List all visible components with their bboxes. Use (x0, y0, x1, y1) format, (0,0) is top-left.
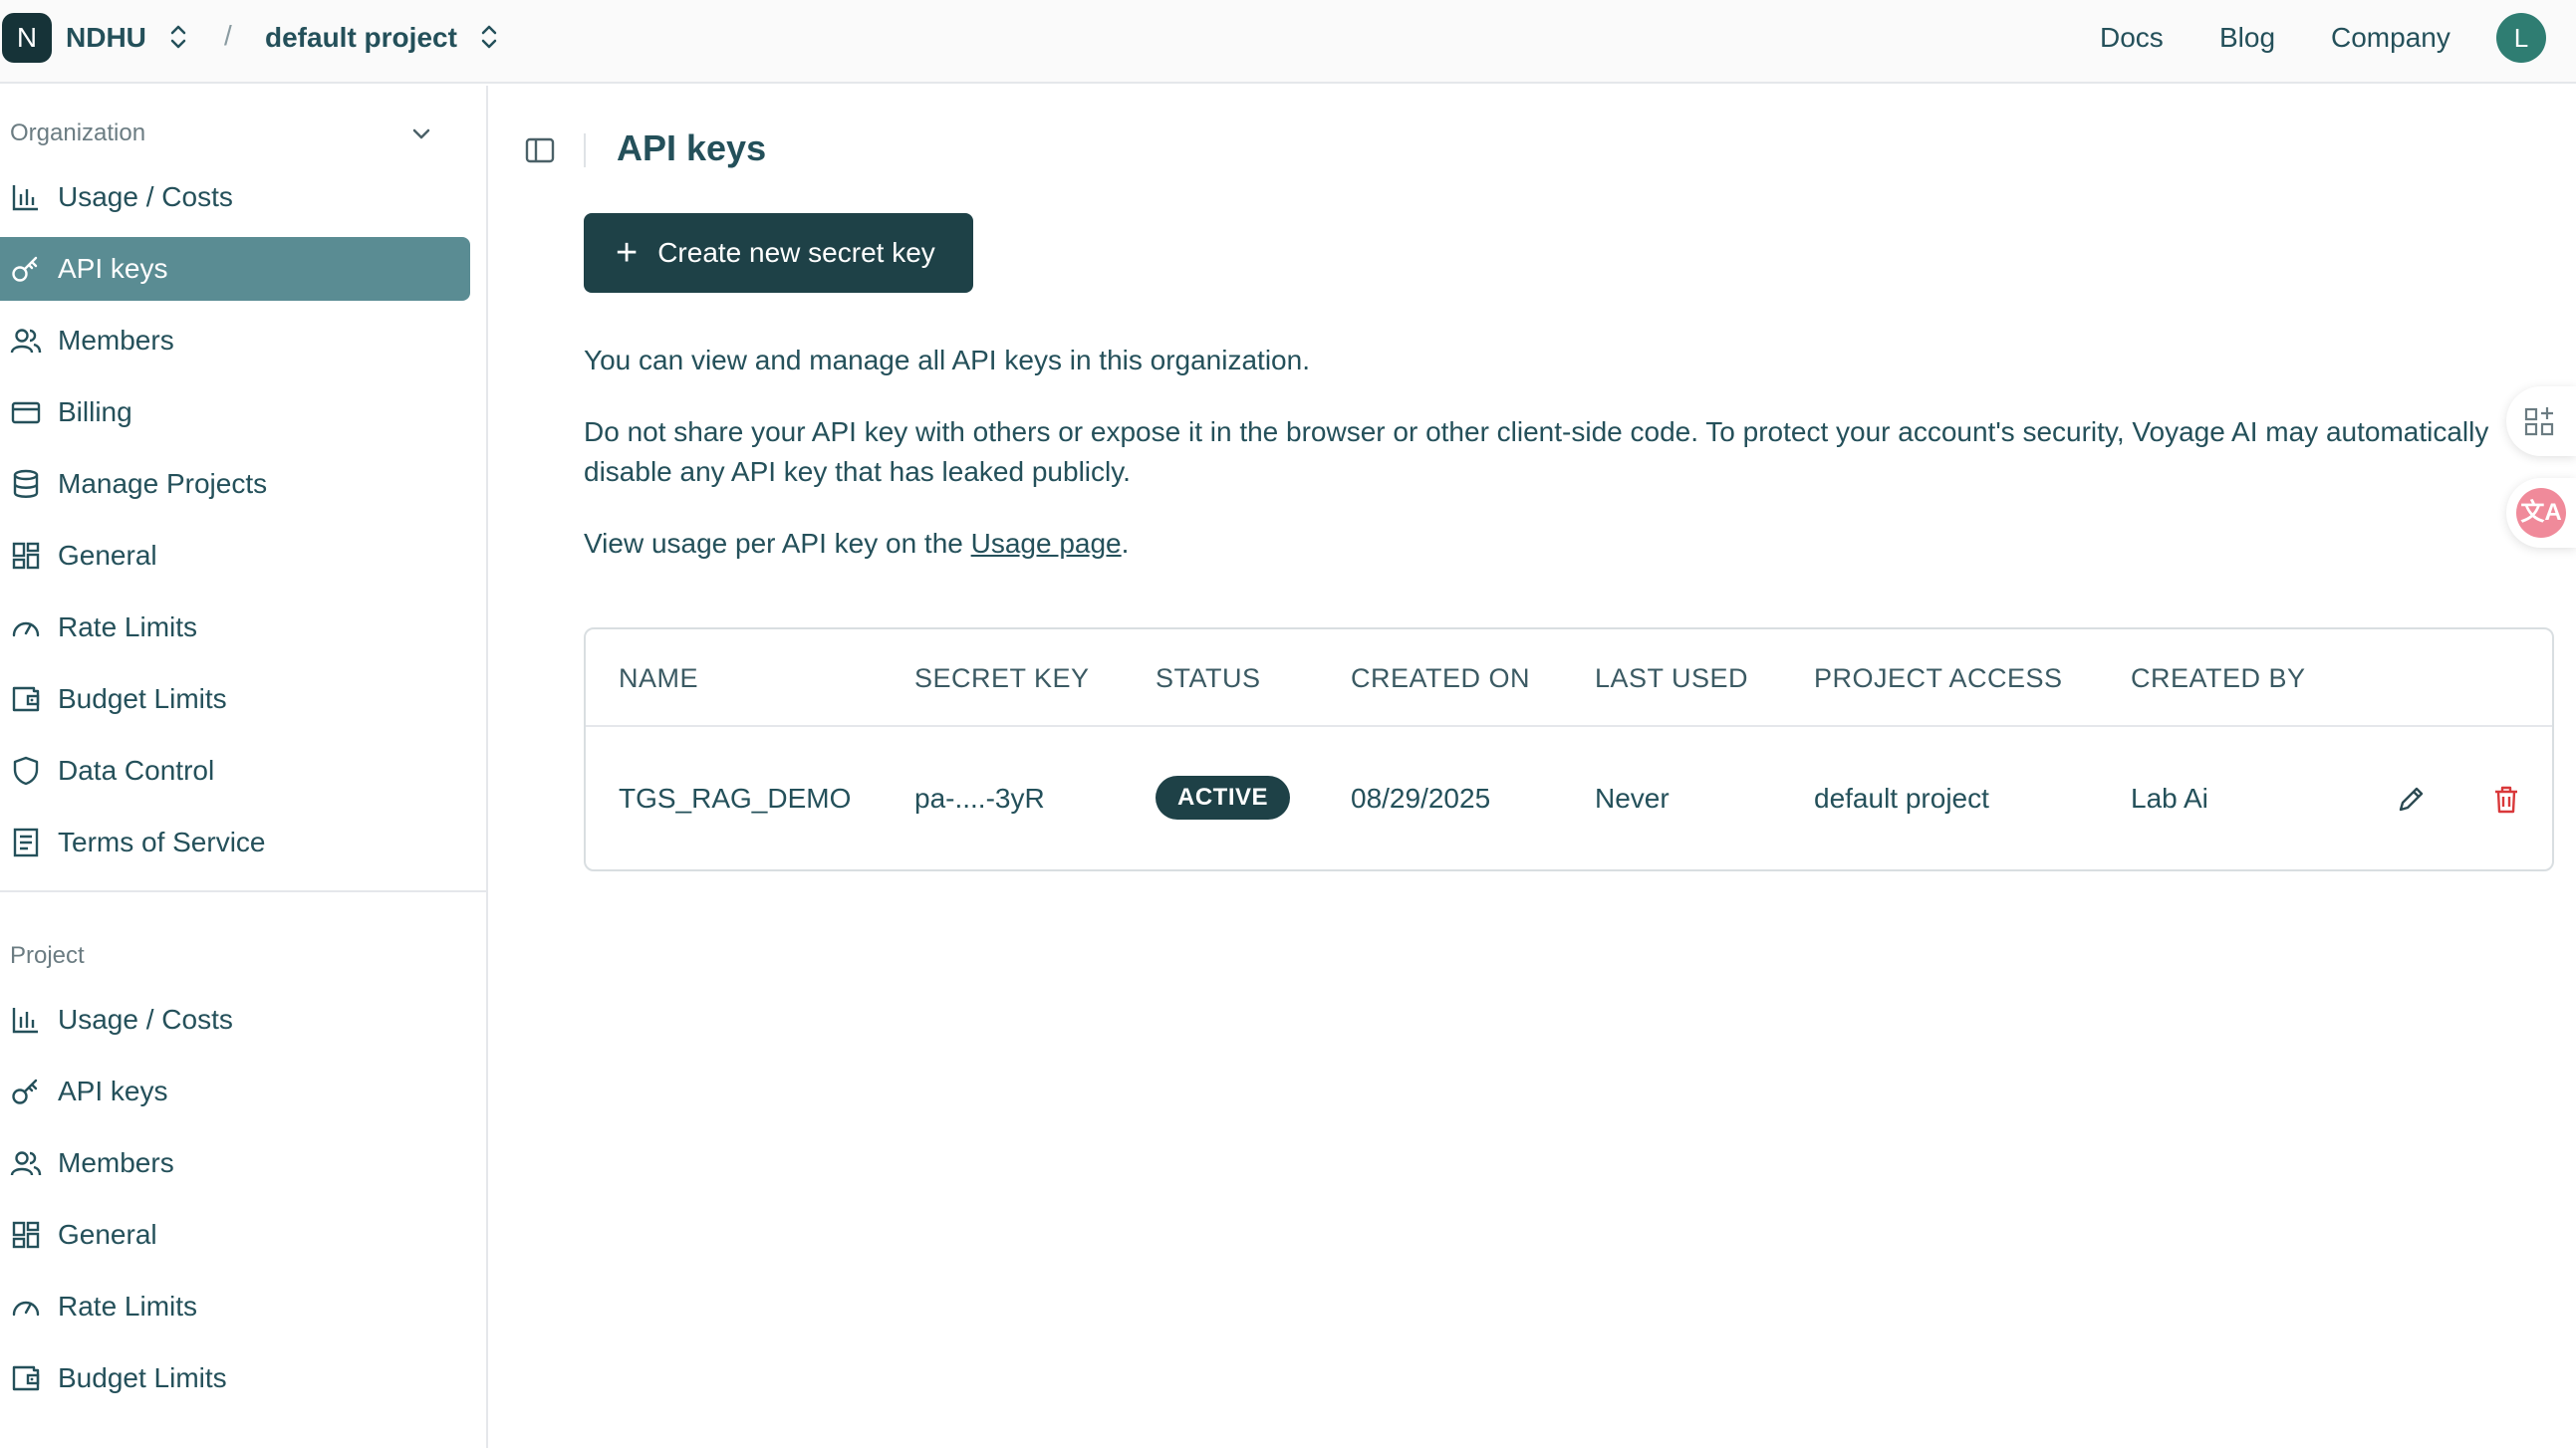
grid-icon (10, 1219, 42, 1251)
project-section-label: Project (10, 942, 85, 969)
company-link[interactable]: Company (2331, 22, 2450, 54)
sidebar-item-org-terms-of-service[interactable]: Terms of Service (0, 811, 470, 874)
sidebar-item-label: Budget Limits (58, 683, 227, 714)
key-icon (10, 1076, 42, 1107)
created-on-cell: 08/29/2025 (1351, 783, 1491, 814)
sidebar-item-label: API keys (58, 253, 168, 284)
bar-chart-icon (10, 1004, 42, 1036)
sidebar-item-org-data-control[interactable]: Data Control (0, 739, 470, 803)
sidebar-item-label: Data Control (58, 755, 215, 786)
column-header-created-by: CREATED BY (2131, 663, 2306, 693)
column-header-last-used: LAST USED (1595, 663, 1749, 693)
bar-chart-icon (10, 181, 42, 213)
sidebar-item-org-api-keys[interactable]: API keys (0, 237, 470, 301)
intro-text: You can view and manage all API keys in … (584, 345, 1310, 375)
usage-text-suffix: . (1121, 528, 1130, 559)
sidebar-item-label: Budget Limits (58, 1362, 227, 1393)
title-divider (584, 133, 586, 167)
api-keys-table: NAME SECRET KEY STATUS CREATED ON LAST U… (584, 627, 2554, 871)
sidebar-item-org-billing[interactable]: Billing (0, 380, 470, 444)
wallet-icon (10, 683, 42, 715)
floating-apps-button[interactable] (2506, 386, 2576, 456)
gauge-icon (10, 1291, 42, 1323)
page-title: API keys (617, 127, 767, 168)
sidebar-divider (0, 890, 488, 892)
floating-translate-button[interactable]: 文A (2506, 478, 2576, 548)
plus-icon: + (616, 232, 639, 274)
org-avatar[interactable]: N (2, 13, 52, 63)
usage-page-link[interactable]: Usage page (971, 528, 1122, 559)
sidebar-item-project-members[interactable]: Members (0, 1131, 470, 1195)
table-header-divider (586, 725, 2552, 727)
apps-sparkle-icon (2524, 407, 2554, 436)
document-icon (10, 827, 42, 858)
sidebar-item-org-manage-projects[interactable]: Manage Projects (0, 452, 470, 516)
sidebar-item-org-general[interactable]: General (0, 524, 470, 588)
sidebar-item-label: Members (58, 325, 174, 356)
chevron-up-down-icon[interactable] (478, 22, 500, 52)
project-access-cell: default project (1814, 783, 1989, 814)
sidebar-item-label: Usage / Costs (58, 181, 233, 212)
sidebar-item-project-budget-limits[interactable]: Budget Limits (0, 1346, 470, 1410)
sidebar-item-project-general[interactable]: General (0, 1203, 470, 1267)
breadcrumb-separator: / (224, 20, 232, 51)
secret-key-cell: pa-....-3yR (914, 783, 1045, 814)
sidebar-item-org-rate-limits[interactable]: Rate Limits (0, 596, 470, 659)
translate-icon: 文A (2516, 488, 2566, 538)
shield-icon (10, 755, 42, 787)
edit-pencil-icon[interactable] (2394, 783, 2428, 817)
users-icon (10, 1147, 42, 1179)
column-header-created-on: CREATED ON (1351, 663, 1531, 693)
created-by-cell: Lab Ai (2131, 783, 2208, 814)
users-icon (10, 325, 42, 357)
sidebar-item-org-members[interactable]: Members (0, 309, 470, 372)
sidebar-item-label: Billing (58, 396, 132, 427)
key-icon (10, 253, 42, 285)
last-used-cell: Never (1595, 783, 1670, 814)
top-bar: N NDHU / default project Docs Blog Compa… (0, 0, 2576, 84)
credit-card-icon (10, 396, 42, 428)
project-switcher-name[interactable]: default project (265, 22, 457, 54)
sidebar-item-label: Terms of Service (58, 827, 266, 857)
grid-icon (10, 540, 42, 572)
usage-text-prefix: View usage per API key on the (584, 528, 971, 559)
key-name-cell: TGS_RAG_DEMO (619, 783, 852, 814)
gauge-icon (10, 611, 42, 643)
column-header-status: STATUS (1156, 663, 1261, 693)
org-switcher-name[interactable]: NDHU (66, 22, 146, 54)
sidebar-item-label: API keys (58, 1076, 168, 1106)
column-header-name: NAME (619, 663, 699, 693)
chevron-up-down-icon[interactable] (167, 22, 189, 52)
sidebar-item-label: General (58, 540, 157, 571)
wallet-icon (10, 1362, 42, 1394)
sidebar-item-label: General (58, 1219, 157, 1250)
docs-link[interactable]: Docs (2100, 22, 2164, 54)
sidebar-item-org-usage-costs[interactable]: Usage / Costs (0, 165, 470, 229)
warning-text: Do not share your API key with others or… (584, 416, 2489, 487)
delete-trash-icon[interactable] (2489, 783, 2523, 817)
sidebar-item-project-api-keys[interactable]: API keys (0, 1060, 470, 1123)
status-badge: ACTIVE (1156, 776, 1291, 820)
create-secret-key-label: Create new secret key (657, 237, 935, 268)
sidebar-item-label: Usage / Costs (58, 1004, 233, 1035)
organization-section-label: Organization (10, 120, 146, 146)
sidebar-item-label: Members (58, 1147, 174, 1178)
sidebar-item-label: Manage Projects (58, 468, 268, 499)
sidebar-item-label: Rate Limits (58, 611, 198, 642)
column-header-project-access: PROJECT ACCESS (1814, 663, 2063, 693)
chevron-down-icon[interactable] (408, 121, 434, 147)
usage-text: View usage per API key on the Usage page… (584, 524, 2506, 564)
column-header-secret-key: SECRET KEY (914, 663, 1090, 693)
sidebar-item-org-budget-limits[interactable]: Budget Limits (0, 667, 470, 731)
sidebar-item-label: Rate Limits (58, 1291, 198, 1322)
user-avatar[interactable]: L (2496, 13, 2546, 63)
sidebar-item-project-rate-limits[interactable]: Rate Limits (0, 1275, 470, 1338)
sidebar-toggle-icon[interactable] (523, 133, 557, 167)
sidebar: Organization Usage / Costs API keys Memb… (0, 86, 488, 1448)
sidebar-item-project-usage-costs[interactable]: Usage / Costs (0, 988, 470, 1052)
create-secret-key-button[interactable]: + Create new secret key (584, 213, 973, 293)
blog-link[interactable]: Blog (2219, 22, 2275, 54)
database-icon (10, 468, 42, 500)
